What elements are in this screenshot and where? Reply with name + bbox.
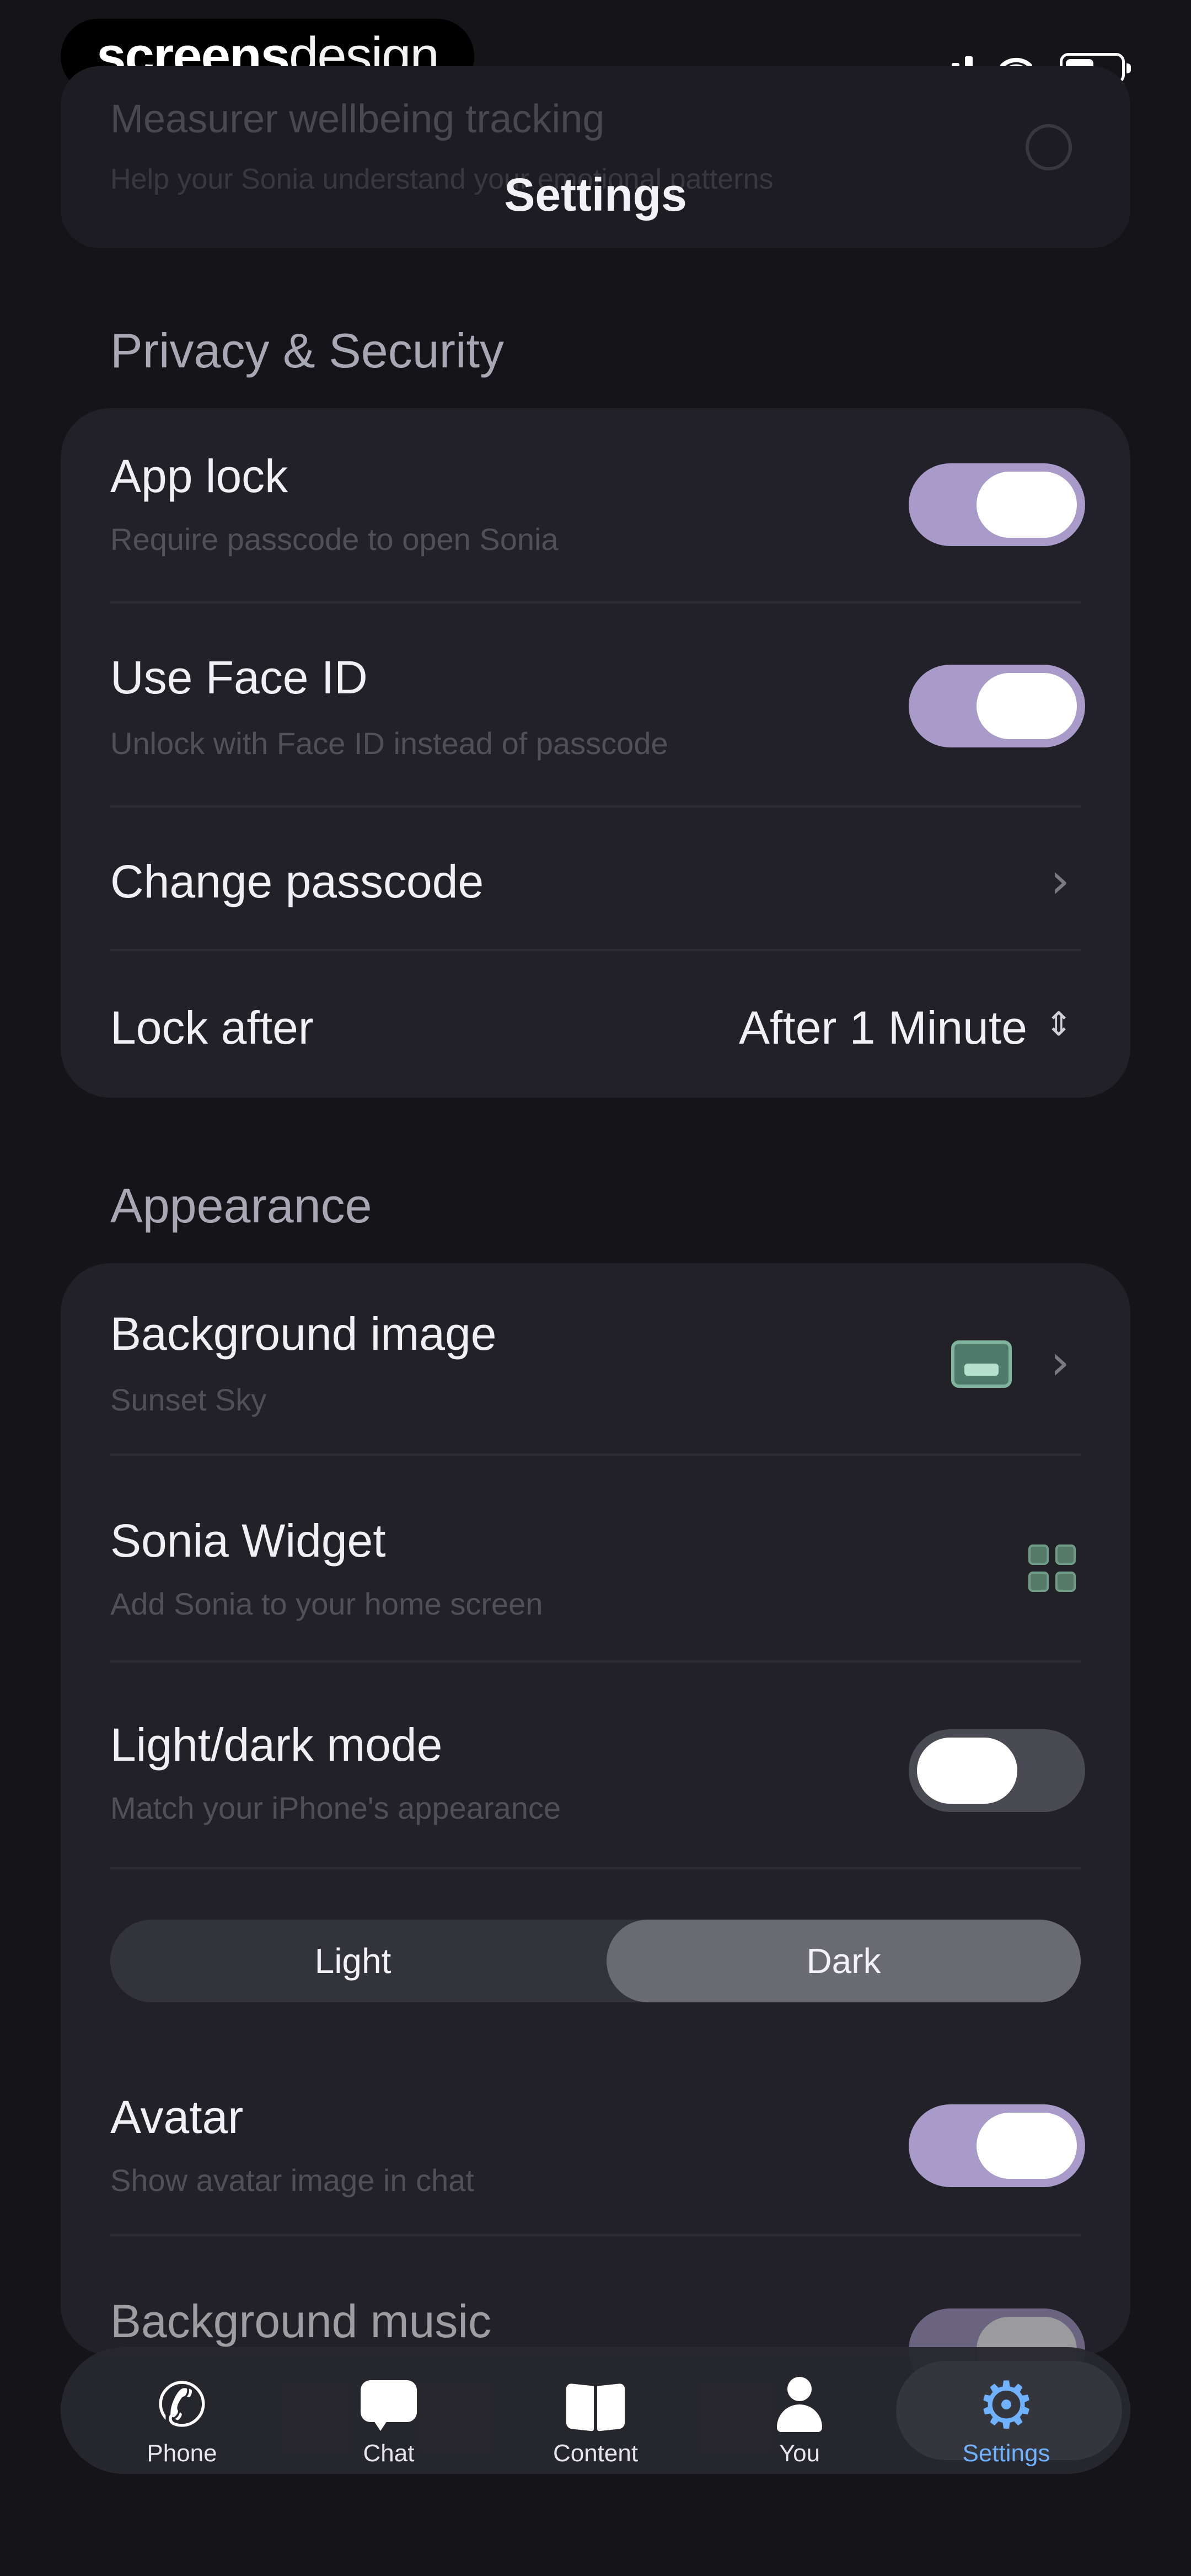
- info-icon[interactable]: [1026, 124, 1072, 170]
- tab-content[interactable]: Content: [496, 2347, 695, 2474]
- face-id-label: Use Face ID: [110, 651, 368, 703]
- avatar-label: Avatar: [110, 2091, 244, 2143]
- mode-segmented-control: Light Dark: [110, 1920, 1081, 2002]
- divider: [110, 949, 1081, 951]
- book-icon: [565, 2375, 626, 2435]
- tab-label-content: Content: [552, 2440, 639, 2467]
- chevron-right-icon: ›: [1050, 852, 1070, 909]
- tab-label-phone: Phone: [147, 2440, 217, 2467]
- app-lock-toggle[interactable]: [909, 463, 1085, 546]
- person-icon: [769, 2375, 830, 2435]
- tab-you[interactable]: You: [700, 2347, 899, 2474]
- app-lock-sublabel: Require passcode to open Sonia: [110, 522, 559, 557]
- gear-icon: ⚙: [977, 2367, 1036, 2443]
- tab-label-chat: Chat: [363, 2440, 415, 2467]
- tab-label-settings: Settings: [962, 2440, 1050, 2467]
- section-label-privacy: Privacy & Security: [110, 323, 504, 378]
- change-passcode-label: Change passcode: [110, 856, 484, 907]
- light-dark-toggle[interactable]: [909, 1729, 1085, 1812]
- background-image-label: Background image: [110, 1308, 497, 1360]
- tab-label-you: You: [779, 2440, 820, 2467]
- divider: [110, 1660, 1081, 1663]
- segment-light[interactable]: Light: [110, 1920, 596, 2002]
- background-image-sublabel: Sunset Sky: [110, 1382, 267, 1417]
- light-dark-label: Light/dark mode: [110, 1719, 443, 1771]
- widget-grid-icon[interactable]: [1028, 1544, 1076, 1592]
- divider: [110, 601, 1081, 603]
- lock-after-label: Lock after: [110, 1002, 314, 1054]
- updown-chevron-icon: ⇕: [1045, 1005, 1073, 1044]
- divider: [110, 1867, 1081, 1869]
- chat-icon: [358, 2375, 419, 2435]
- avatar-sublabel: Show avatar image in chat: [110, 2163, 474, 2198]
- divider: [110, 2234, 1081, 2236]
- phone-icon: ✆: [156, 2370, 208, 2440]
- divider: [110, 805, 1081, 808]
- tab-settings[interactable]: ⚙ Settings: [907, 2347, 1106, 2474]
- chevron-right-icon: ›: [1050, 1334, 1070, 1391]
- face-id-toggle[interactable]: [909, 665, 1085, 747]
- lock-after-select[interactable]: After 1 Minute: [739, 1001, 1027, 1055]
- widget-sublabel: Add Sonia to your home screen: [110, 1586, 543, 1621]
- tab-phone[interactable]: ✆ Phone: [83, 2347, 281, 2474]
- image-icon: [951, 1340, 1012, 1388]
- divider: [110, 1453, 1081, 1456]
- app-lock-label: App lock: [110, 450, 288, 502]
- background-music-label: Background music: [110, 2295, 491, 2347]
- page-title: Settings: [504, 169, 687, 221]
- avatar-toggle[interactable]: [909, 2104, 1085, 2187]
- section-label-appearance: Appearance: [110, 1178, 372, 1233]
- obscured-row-title: Measurer wellbeing tracking: [110, 97, 605, 141]
- widget-label: Sonia Widget: [110, 1515, 386, 1567]
- segment-dark[interactable]: Dark: [607, 1920, 1081, 2002]
- light-dark-sublabel: Match your iPhone's appearance: [110, 1791, 561, 1825]
- face-id-sublabel: Unlock with Face ID instead of passcode: [110, 726, 668, 761]
- tab-chat[interactable]: Chat: [289, 2347, 488, 2474]
